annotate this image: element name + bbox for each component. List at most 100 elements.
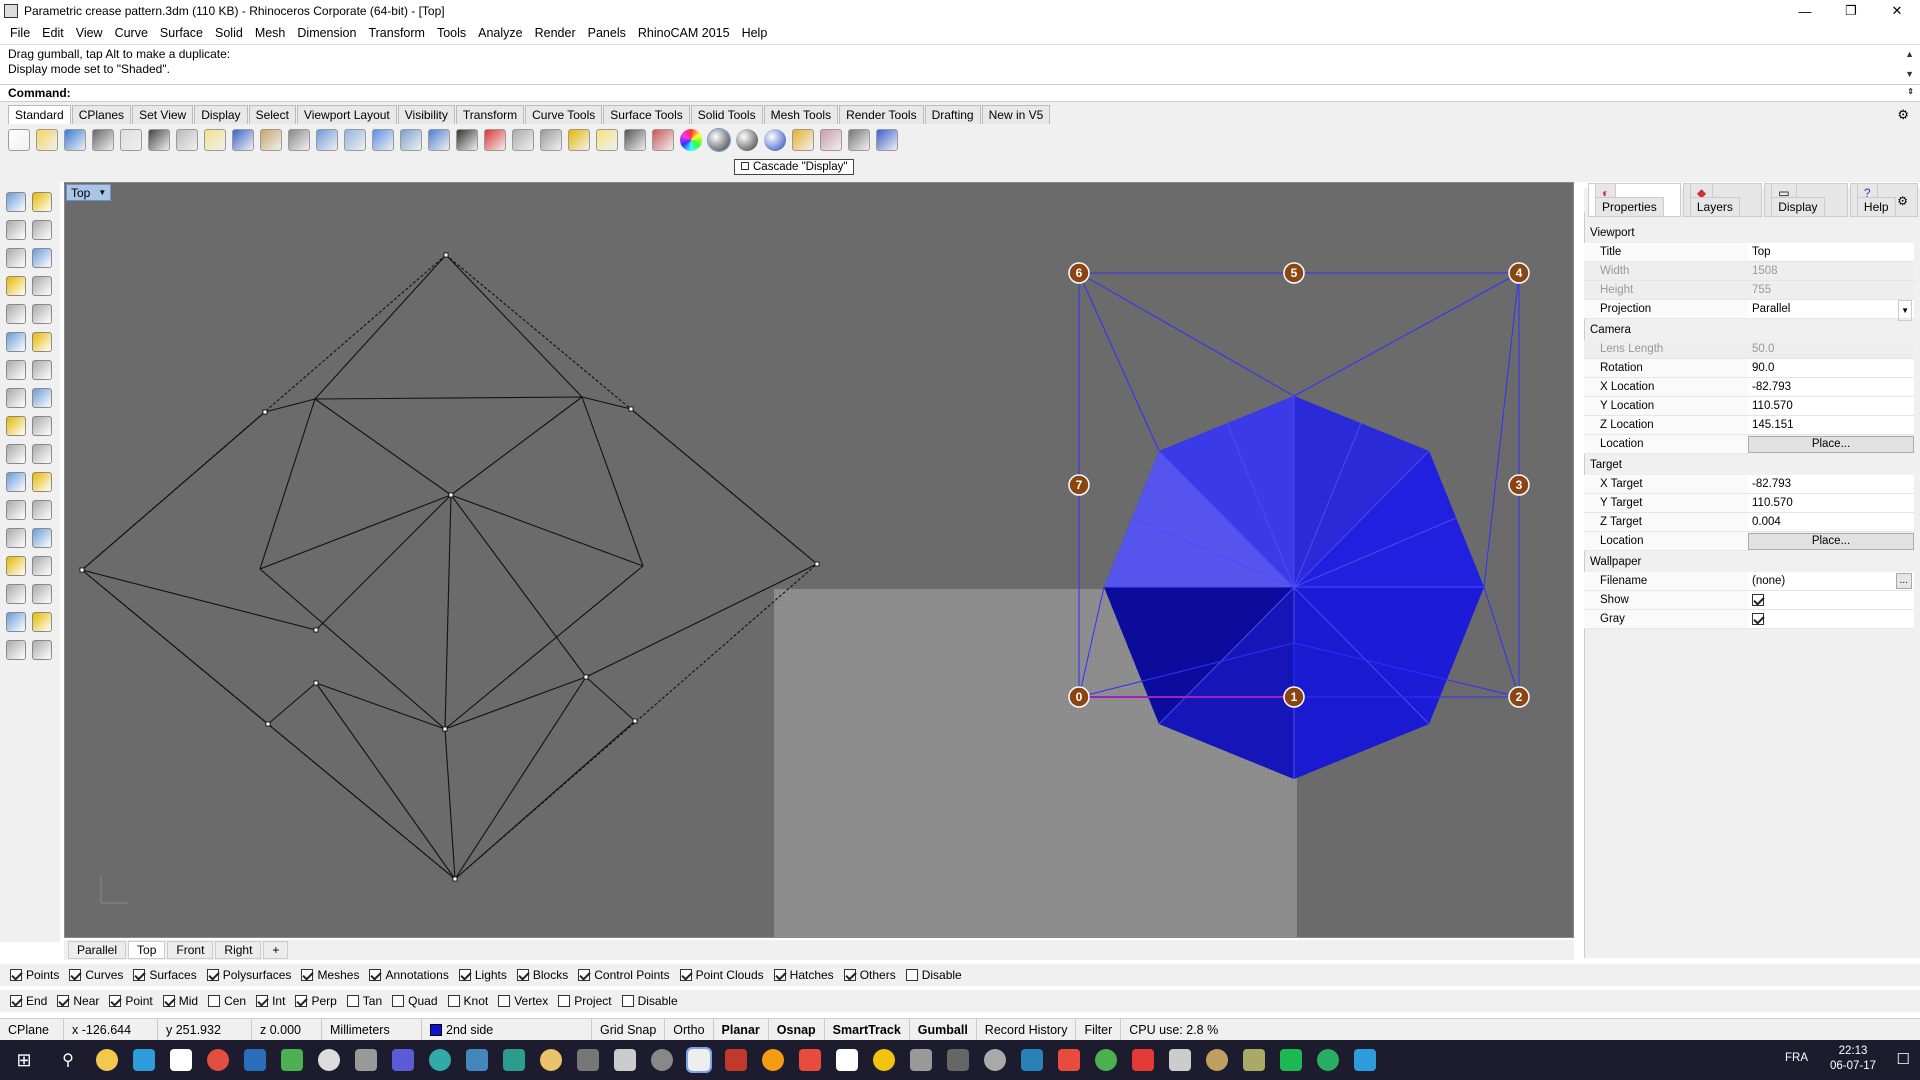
units-pane[interactable]: Millimeters bbox=[322, 1018, 422, 1041]
filter-surfaces[interactable]: Surfaces bbox=[133, 968, 197, 982]
block-icon[interactable] bbox=[32, 556, 52, 576]
tab-display[interactable]: Display bbox=[194, 105, 248, 124]
menu-file[interactable]: File bbox=[4, 26, 36, 40]
toolbar-options-gear-icon[interactable]: ⚙ bbox=[1891, 105, 1915, 125]
filter-checkbox[interactable] bbox=[69, 969, 82, 981]
osnap-checkbox[interactable] bbox=[346, 995, 359, 1007]
osnap-checkbox[interactable] bbox=[208, 995, 221, 1007]
filter-hatches[interactable]: Hatches bbox=[773, 968, 834, 982]
file-explorer-icon[interactable] bbox=[95, 1049, 118, 1071]
viewport-tab-top[interactable]: Top bbox=[128, 941, 166, 959]
color-wheel-icon[interactable] bbox=[680, 129, 702, 151]
four-viewports-icon[interactable] bbox=[456, 129, 478, 151]
osnap-checkbox[interactable] bbox=[392, 995, 405, 1007]
app-icon[interactable] bbox=[1205, 1049, 1228, 1071]
import-icon[interactable] bbox=[120, 129, 142, 151]
dimension-icon[interactable] bbox=[32, 528, 52, 548]
save-icon[interactable] bbox=[64, 129, 86, 151]
projection-select[interactable]: Parallel ▼ bbox=[1748, 300, 1914, 321]
filter-checkbox[interactable] bbox=[301, 969, 314, 981]
snap-grid-icon[interactable] bbox=[848, 129, 870, 151]
osnap-point[interactable]: Point bbox=[109, 994, 153, 1008]
filter-checkbox[interactable] bbox=[679, 969, 692, 981]
print-icon[interactable] bbox=[92, 129, 114, 151]
app-icon[interactable] bbox=[798, 1049, 821, 1071]
osnap-toggle[interactable]: Osnap bbox=[769, 1018, 825, 1041]
scroll-up-icon[interactable]: ▲ bbox=[1905, 47, 1914, 62]
osnap-knot[interactable]: Knot bbox=[447, 994, 488, 1008]
command-scroll-icon[interactable]: ⇕ bbox=[1907, 87, 1914, 96]
tab-solid-tools[interactable]: Solid Tools bbox=[690, 105, 763, 124]
array-icon[interactable] bbox=[32, 444, 52, 464]
tab-viewport-layout[interactable]: Viewport Layout bbox=[296, 105, 397, 124]
tab-curve-tools[interactable]: Curve Tools bbox=[525, 105, 603, 124]
viewport-title-label[interactable]: Top ▼ bbox=[66, 184, 112, 201]
cylinder-icon[interactable] bbox=[6, 388, 26, 408]
menu-surface[interactable]: Surface bbox=[154, 26, 209, 40]
osnap-quad[interactable]: Quad bbox=[392, 994, 438, 1008]
language-indicator[interactable]: FRA bbox=[1785, 1052, 1808, 1064]
fillet-icon[interactable] bbox=[32, 304, 52, 324]
tab-new-in-v5[interactable]: New in V5 bbox=[981, 105, 1051, 124]
ortho-toggle[interactable]: Ortho bbox=[665, 1018, 714, 1041]
record-history-toggle[interactable]: Record History bbox=[977, 1018, 1077, 1041]
app-icon[interactable] bbox=[650, 1049, 673, 1071]
tab-render-tools[interactable]: Render Tools bbox=[839, 105, 924, 124]
zoom-extents-icon[interactable] bbox=[372, 129, 394, 151]
filter-checkbox[interactable] bbox=[206, 969, 219, 981]
osnap-int[interactable]: Int bbox=[256, 994, 285, 1008]
start-windows-icon[interactable]: ⊞ bbox=[0, 1040, 48, 1080]
render-tool-icon[interactable] bbox=[32, 640, 52, 660]
shaded-sphere-icon[interactable] bbox=[707, 128, 731, 152]
osnap-checkbox[interactable] bbox=[256, 995, 269, 1007]
help-icon[interactable] bbox=[876, 129, 898, 151]
layer-icon[interactable] bbox=[652, 129, 674, 151]
command-line[interactable]: Command: ⇕ bbox=[0, 84, 1920, 102]
osnap-checkbox[interactable] bbox=[498, 995, 511, 1007]
osnap-checkbox[interactable] bbox=[295, 995, 308, 1007]
extrude-icon[interactable] bbox=[6, 332, 26, 352]
app-icon[interactable] bbox=[132, 1049, 155, 1071]
menu-help[interactable]: Help bbox=[736, 26, 774, 40]
tab-surface-tools[interactable]: Surface Tools bbox=[603, 105, 690, 124]
menu-tools[interactable]: Tools bbox=[431, 26, 472, 40]
open-file-icon[interactable] bbox=[36, 129, 58, 151]
filter-point-clouds[interactable]: Point Clouds bbox=[679, 968, 764, 982]
filter-checkbox[interactable] bbox=[516, 969, 529, 981]
filter-checkbox[interactable] bbox=[905, 969, 918, 981]
photos-icon[interactable] bbox=[317, 1049, 340, 1071]
app-icon[interactable] bbox=[1020, 1049, 1043, 1071]
panel-tab-properties[interactable]: ◐ Properties bbox=[1588, 183, 1681, 217]
filter-lights[interactable]: Lights bbox=[458, 968, 507, 982]
filter-annotations[interactable]: Annotations bbox=[369, 968, 449, 982]
search-icon[interactable]: ⚲ bbox=[48, 1050, 88, 1070]
app-icon[interactable] bbox=[391, 1049, 414, 1071]
rotation-field[interactable]: 90.0 bbox=[1748, 359, 1914, 378]
osnap-project[interactable]: Project bbox=[558, 994, 612, 1008]
app-icon[interactable] bbox=[872, 1049, 895, 1071]
app-icon[interactable] bbox=[613, 1049, 636, 1071]
app-icon[interactable] bbox=[1094, 1049, 1117, 1071]
tab-set-view[interactable]: Set View bbox=[132, 105, 194, 124]
tab-cplanes[interactable]: CPlanes bbox=[71, 105, 132, 124]
osnap-end[interactable]: End bbox=[10, 994, 47, 1008]
menu-mesh[interactable]: Mesh bbox=[249, 26, 292, 40]
app-icon[interactable] bbox=[983, 1049, 1006, 1071]
z-location-field[interactable]: 145.151 bbox=[1748, 416, 1914, 435]
gumball-tool-icon[interactable] bbox=[32, 612, 52, 632]
tab-select[interactable]: Select bbox=[248, 105, 296, 124]
cplane-label[interactable]: CPlane bbox=[0, 1018, 64, 1041]
pan-icon[interactable] bbox=[260, 129, 282, 151]
osnap-disable[interactable]: Disable bbox=[621, 994, 678, 1008]
circle-icon[interactable] bbox=[6, 248, 26, 268]
menu-dimension[interactable]: Dimension bbox=[291, 26, 362, 40]
rendered-sphere-icon[interactable] bbox=[736, 129, 758, 151]
menu-transform[interactable]: Transform bbox=[362, 26, 431, 40]
minimize-button[interactable]: — bbox=[1782, 0, 1828, 22]
osnap-checkbox[interactable] bbox=[558, 995, 571, 1007]
mail-icon[interactable] bbox=[169, 1049, 192, 1071]
filter-disable[interactable]: Disable bbox=[905, 968, 962, 982]
taskbar-clock[interactable]: 22:13 06-07-17 bbox=[1830, 1044, 1876, 1074]
title-field[interactable]: Top bbox=[1748, 243, 1914, 262]
app-icon[interactable] bbox=[761, 1049, 784, 1071]
